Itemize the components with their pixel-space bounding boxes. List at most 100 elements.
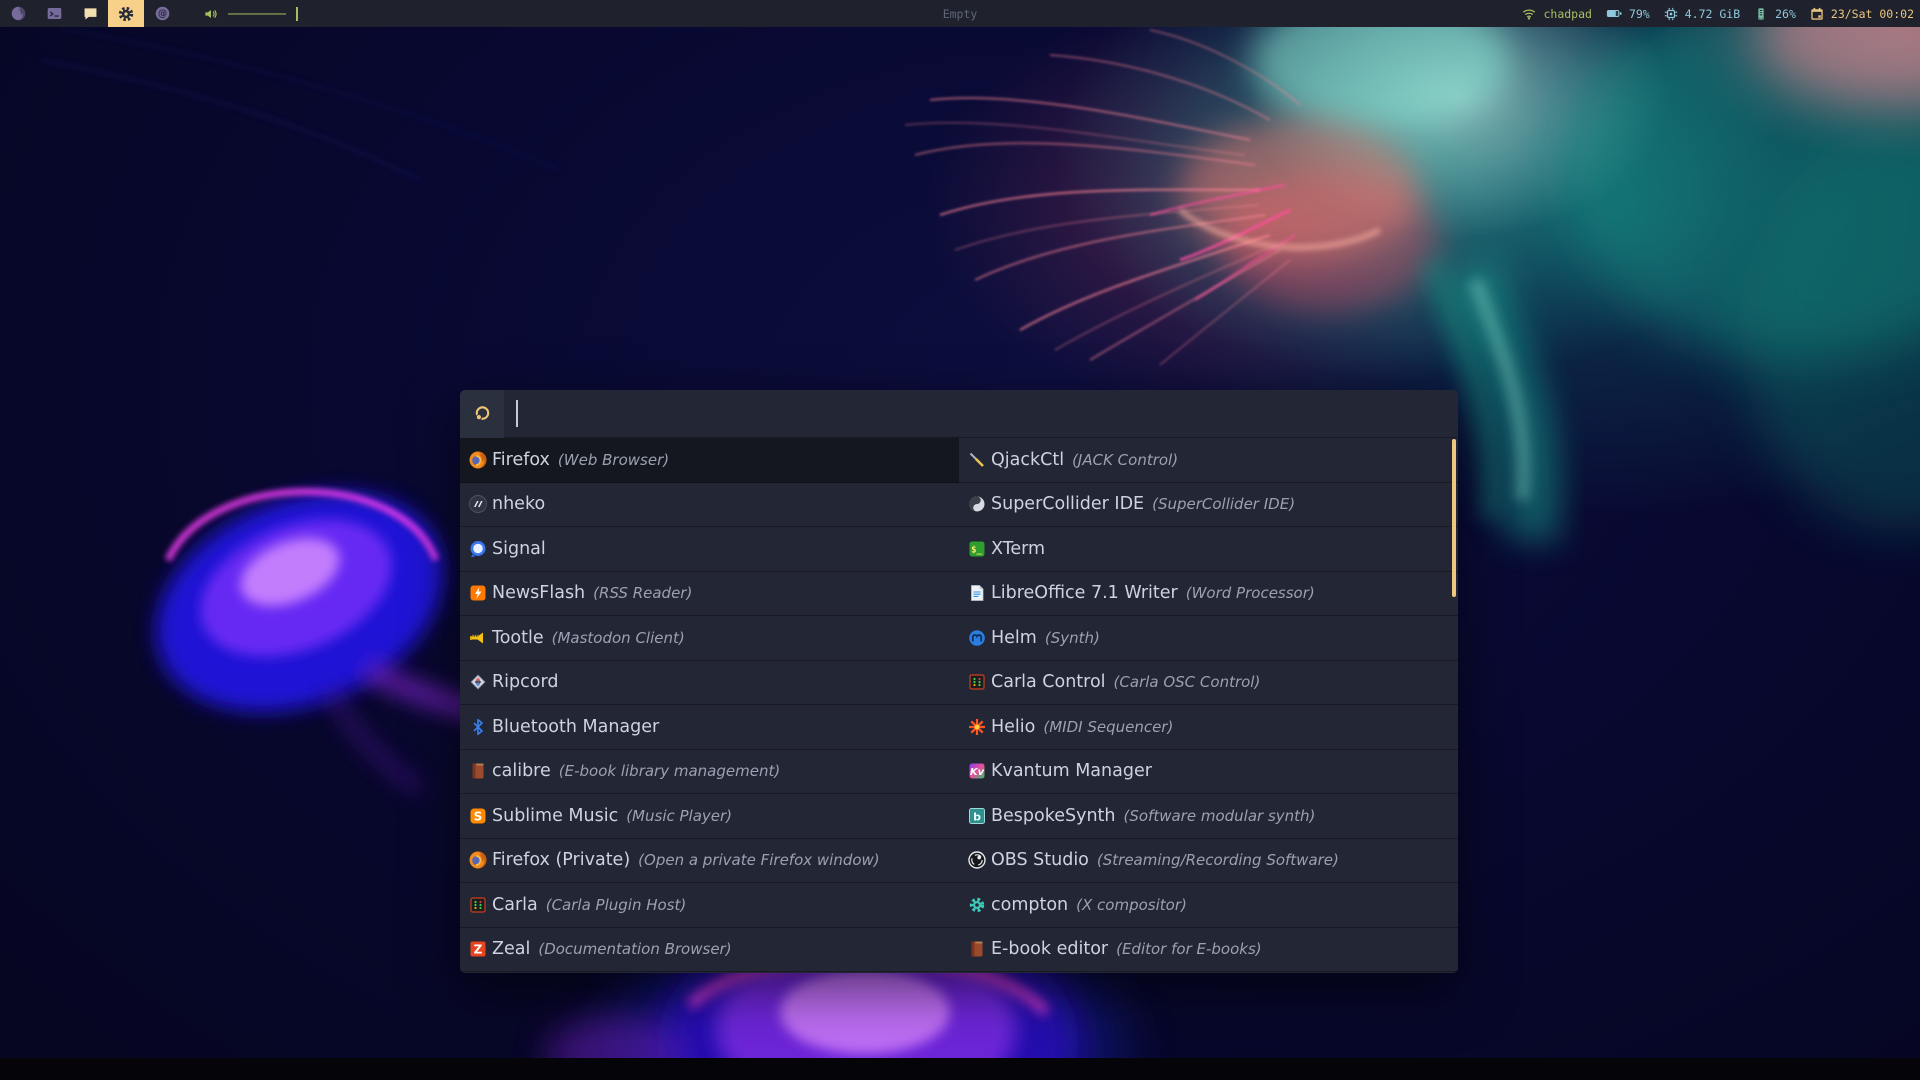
app-item-kvantum-manager[interactable]: Kv Kvantum Manager	[959, 750, 1458, 794]
app-item-helio[interactable]: Helio (MIDI Sequencer)	[959, 705, 1458, 750]
carla-icon	[468, 895, 488, 915]
carla-icon	[967, 672, 987, 692]
battery-icon	[1606, 8, 1622, 19]
at-icon: @	[154, 5, 171, 22]
status-clock: 23/Sat 00:02	[1810, 7, 1914, 21]
app-name: Helio	[991, 716, 1036, 737]
app-desc: (Carla Plugin Host)	[545, 895, 687, 914]
app-item-obs-studio[interactable]: OBS Studio (Streaming/Recording Software)	[959, 839, 1458, 883]
top-status-bar: @ ──────── Empty chadpad 79% 4.72 GiB 26% 23…	[0, 0, 1920, 27]
app-item-e-book-editor[interactable]: E-book editor (Editor for E-books)	[959, 928, 1458, 972]
app-desc: (Documentation Browser)	[538, 940, 732, 959]
launcher-search-bar[interactable]	[460, 390, 1458, 438]
svg-text:b: b	[973, 810, 981, 823]
status-network: chadpad	[1522, 6, 1592, 21]
app-name: E-book editor	[991, 939, 1109, 960]
app-name: Signal	[492, 538, 546, 559]
app-item-bespokesynth[interactable]: b BespokeSynth (Software modular synth)	[959, 794, 1458, 839]
app-desc: (JACK Control)	[1072, 450, 1179, 469]
launcher-column-left: Firefox (Web Browser) nheko Signal NewsFlash…	[460, 438, 959, 972]
app-name: XTerm	[991, 538, 1046, 559]
newsflash-icon	[468, 583, 488, 603]
volume-slider[interactable]: ────────	[228, 7, 286, 21]
status-battery-value: 79%	[1628, 6, 1650, 21]
svg-text:@: @	[157, 9, 166, 20]
window-title: Empty	[942, 6, 978, 21]
app-item-compton[interactable]: compton (X compositor)	[959, 883, 1458, 928]
app-desc: (RSS Reader)	[593, 584, 693, 603]
app-desc: (Word Processor)	[1185, 584, 1315, 603]
rofi-prompt-icon	[460, 390, 504, 438]
volume-slider-cursor	[295, 6, 298, 21]
launcher-results: Firefox (Web Browser) nheko Signal NewsFlash…	[460, 438, 1458, 972]
app-name: Carla Control	[991, 672, 1106, 693]
app-item-tootle[interactable]: Tootle (Mastodon Client)	[460, 616, 959, 661]
search-input[interactable]	[518, 390, 1458, 437]
status-cpu: 26%	[1754, 7, 1796, 21]
app-item-firefox-private[interactable]: Firefox (Private) (Open a private Firefox…	[460, 839, 959, 883]
app-item-helm[interactable]: Helm (Synth)	[959, 616, 1458, 661]
app-name: Carla	[492, 894, 538, 915]
workspace-3[interactable]	[72, 0, 108, 27]
app-item-signal[interactable]: Signal	[460, 527, 959, 572]
app-item-carla-control[interactable]: Carla Control (Carla OSC Control)	[959, 661, 1458, 705]
app-item-bluetooth-manager[interactable]: Bluetooth Manager	[460, 705, 959, 750]
app-item-newsflash[interactable]: NewsFlash (RSS Reader)	[460, 572, 959, 616]
screen-bottom-strip	[0, 1058, 1920, 1080]
app-desc: (Mastodon Client)	[551, 628, 685, 647]
nheko-icon	[468, 494, 488, 514]
app-name: nheko	[492, 494, 546, 515]
app-name: Ripcord	[492, 672, 559, 693]
app-item-libreoffice-7-1-writer[interactable]: LibreOffice 7.1 Writer (Word Processor)	[959, 572, 1458, 616]
app-name: compton	[991, 894, 1069, 915]
helio-icon	[967, 717, 987, 737]
app-item-xterm[interactable]: $_ XTerm	[959, 527, 1458, 572]
sublime-icon: S	[468, 806, 488, 826]
app-desc: (Synth)	[1044, 628, 1100, 647]
tootle-icon	[468, 628, 488, 648]
app-item-supercollider-ide[interactable]: SuperCollider IDE (SuperCollider IDE)	[959, 483, 1458, 527]
ram-icon	[1754, 7, 1768, 21]
ebook-icon	[967, 939, 987, 959]
app-item-ripcord[interactable]: Ripcord	[460, 661, 959, 705]
compton-icon	[967, 895, 987, 915]
bluetooth-icon	[468, 717, 488, 737]
app-item-qjackctl[interactable]: QjackCtl (JACK Control)	[959, 438, 1458, 483]
app-item-firefox[interactable]: Firefox (Web Browser)	[460, 438, 959, 483]
app-item-nheko[interactable]: nheko	[460, 483, 959, 527]
app-item-sublime-music[interactable]: S Sublime Music (Music Player)	[460, 794, 959, 839]
app-name: BespokeSynth	[991, 805, 1116, 826]
app-name: LibreOffice 7.1 Writer	[991, 583, 1178, 604]
workspace-2[interactable]	[36, 0, 72, 27]
launcher-scrollbar[interactable]	[1452, 439, 1456, 597]
launcher-column-right: QjackCtl (JACK Control) SuperCollider IDE (…	[959, 438, 1458, 972]
svg-text:$_: $_	[971, 545, 982, 555]
workspace-4[interactable]	[108, 0, 144, 27]
app-name: Sublime Music	[492, 805, 619, 826]
svg-text:S: S	[474, 809, 483, 823]
workspace-1[interactable]	[0, 0, 36, 27]
zeal-icon: Z	[468, 939, 488, 959]
status-memory-value: 4.72 GiB	[1684, 6, 1741, 21]
status-network-value: chadpad	[1543, 6, 1592, 21]
status-modules: chadpad 79% 4.72 GiB 26% 23/Sat 00:02	[1522, 7, 1920, 21]
app-desc: (Web Browser)	[557, 450, 670, 469]
kvantum-icon: Kv	[967, 761, 987, 781]
workspace-switcher: @	[0, 0, 180, 27]
app-desc: (Open a private Firefox window)	[638, 851, 880, 870]
app-name: SuperCollider IDE	[991, 494, 1145, 515]
calibre-icon	[468, 761, 488, 781]
gear-icon	[117, 5, 135, 23]
app-name: Bluetooth Manager	[492, 716, 660, 737]
app-name: Helm	[991, 627, 1037, 648]
workspace-5[interactable]: @	[144, 0, 180, 27]
app-item-carla[interactable]: Carla (Carla Plugin Host)	[460, 883, 959, 928]
svg-text:Z: Z	[474, 943, 483, 957]
app-item-calibre[interactable]: calibre (E-book library management)	[460, 750, 959, 794]
app-name: NewsFlash	[492, 583, 586, 604]
writer-icon	[967, 583, 987, 603]
app-name: Firefox (Private)	[492, 850, 631, 871]
app-item-zeal[interactable]: Z Zeal (Documentation Browser)	[460, 928, 959, 972]
volume-widget[interactable]: ────────	[203, 6, 298, 22]
app-name: Zeal	[492, 939, 531, 960]
